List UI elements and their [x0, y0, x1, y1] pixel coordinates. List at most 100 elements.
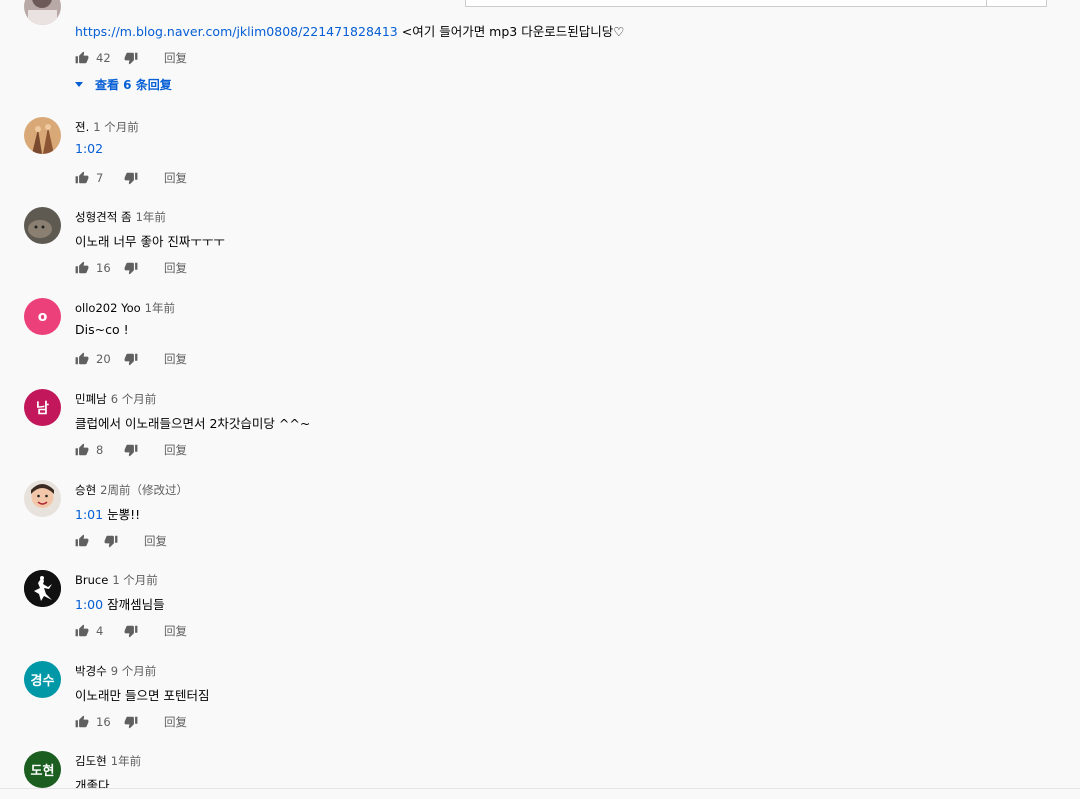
thumbs-down-icon[interactable]: [124, 261, 138, 275]
thumbs-down-icon[interactable]: [124, 352, 138, 366]
avatar[interactable]: 경수: [24, 661, 61, 698]
comment-item: https://m.blog.naver.com/jklim0808/22147…: [0, 0, 1080, 92]
reply-button[interactable]: 回复: [164, 623, 187, 639]
comment-text: Dis~co !: [75, 322, 129, 337]
thumbs-down-icon[interactable]: [124, 171, 138, 185]
comment-body: Dis~co !: [75, 322, 129, 337]
comment-actions: 16 回复: [75, 714, 187, 730]
comment-body: 이노래 너무 좋아 진짜ㅜㅜㅜ: [75, 234, 225, 249]
thumbs-up-icon[interactable]: [75, 51, 89, 65]
thumbs-down-icon[interactable]: [124, 51, 138, 65]
comment-header: 젼. 1 个月前: [75, 119, 139, 135]
comment-item: 경수 박경수 9 个月前 이노래만 들으면 포텐터짐 16 回复: [0, 661, 1080, 753]
comment-item: 남 민폐남 6 个月前 클럽에서 이노래들으면서 2차갓습미당 ^^~ 8 回复: [0, 389, 1080, 481]
thumbs-down-icon[interactable]: [124, 443, 138, 457]
like-count: 20: [96, 352, 111, 366]
avatar-letter: 도현: [30, 764, 55, 779]
comment-text: 클럽에서 이노래들으면서 2차갓습미당 ^^~: [75, 413, 310, 432]
divider: [0, 788, 1080, 789]
reply-button[interactable]: 回复: [164, 260, 187, 276]
like-count: 16: [96, 715, 111, 729]
comment-item: o ollo202 Yoo 1年前 Dis~co ! 20 回复: [0, 298, 1080, 390]
timestamp-link[interactable]: 1:00: [75, 597, 103, 612]
reply-button[interactable]: 回复: [164, 714, 187, 730]
comment-header: 승현 2周前（修改过）: [75, 482, 188, 498]
comment-header: 김도현 1年前: [75, 753, 141, 769]
comment-author[interactable]: 젼.: [75, 120, 89, 134]
caret-down-icon: [75, 82, 83, 87]
comment-time[interactable]: 1 个月前: [112, 573, 157, 587]
avatar[interactable]: 도현: [24, 751, 61, 788]
avatar-letter: 남: [36, 400, 49, 417]
thumbs-up-icon[interactable]: [75, 624, 89, 638]
comment-time[interactable]: 9 个月前: [111, 664, 156, 678]
thumbs-down-icon[interactable]: [104, 534, 118, 548]
reply-button[interactable]: 回复: [164, 442, 187, 458]
avatar[interactable]: [24, 480, 61, 517]
thumbs-down-icon[interactable]: [124, 624, 138, 638]
comment-author[interactable]: 박경수: [75, 664, 107, 678]
like-count: 8: [96, 443, 104, 457]
comment-body: 클럽에서 이노래들으면서 2차갓습미당 ^^~: [75, 416, 311, 431]
comment-actions: 4 回复: [75, 623, 187, 639]
comment-time[interactable]: 1年前: [145, 301, 175, 315]
comment-time[interactable]: 1年前: [111, 754, 141, 768]
like-count: 42: [96, 51, 111, 65]
timestamp-link[interactable]: 1:01: [75, 507, 103, 522]
comment-actions: 7 回复: [75, 170, 187, 186]
comment-text: 이노래만 들으면 포텐터짐: [75, 685, 209, 704]
comment-body: 눈뽕!!: [107, 507, 141, 522]
comment-item: 젼. 1 个月前 1:02 7 回复: [0, 117, 1080, 209]
comment-body: 잠깨셈님들: [107, 597, 165, 612]
comment-time[interactable]: 1 个月前: [93, 120, 138, 134]
avatar[interactable]: o: [24, 298, 61, 335]
avatar[interactable]: [24, 207, 61, 244]
avatar-letter: o: [37, 308, 48, 325]
comment-item: 승현 2周前（修改过） 1:01 눈뽕!! 回复: [0, 480, 1080, 572]
avatar[interactable]: 남: [24, 389, 61, 426]
view-replies-button[interactable]: 查看 6 条回复: [75, 76, 172, 93]
thumbs-up-icon[interactable]: [75, 352, 89, 366]
comment-text: 1:01 눈뽕!!: [75, 504, 140, 523]
comment-author[interactable]: 성형견적 좀: [75, 210, 132, 224]
comment-actions: 8 回复: [75, 442, 187, 458]
comment-actions: 16 回复: [75, 260, 187, 276]
comment-body: <여기 들어가면 mp3 다운로드된답니당♡: [401, 24, 625, 39]
thumbs-up-icon[interactable]: [75, 443, 89, 457]
thumbs-up-icon[interactable]: [75, 534, 89, 548]
thumbs-up-icon[interactable]: [75, 715, 89, 729]
comment-item: 성형견적 좀 1年前 이노래 너무 좋아 진짜ㅜㅜㅜ 16 回复: [0, 207, 1080, 299]
comment-text: 1:02: [75, 141, 103, 156]
avatar[interactable]: [24, 0, 61, 25]
avatar-letter: 경수: [30, 674, 55, 689]
comment-time[interactable]: 1年前: [136, 210, 166, 224]
comment-header: 박경수 9 个月前: [75, 663, 156, 679]
like-count: 16: [96, 261, 111, 275]
comment-author[interactable]: 민폐남: [75, 392, 107, 406]
reply-button[interactable]: 回复: [164, 351, 187, 367]
comment-author[interactable]: ollo202 Yoo: [75, 301, 141, 315]
timestamp-link[interactable]: 1:02: [75, 141, 103, 156]
comment-body: 개좋다: [75, 778, 110, 788]
comment-time[interactable]: 2周前（修改过）: [100, 483, 188, 497]
comment-time[interactable]: 6 个月前: [111, 392, 156, 406]
view-replies-label: 查看 6 条回复: [95, 78, 172, 92]
reply-button[interactable]: 回复: [164, 170, 187, 186]
comment-author[interactable]: 김도현: [75, 754, 107, 768]
comment-text: 1:00 잠깨셈님들: [75, 594, 165, 613]
avatar[interactable]: [24, 570, 61, 607]
comment-actions: 42 回复: [75, 50, 187, 66]
thumbs-up-icon[interactable]: [75, 261, 89, 275]
comment-item: Bruce 1 个月前 1:00 잠깨셈님들 4 回复: [0, 570, 1080, 662]
comment-text: 개좋다: [75, 775, 110, 788]
thumbs-down-icon[interactable]: [124, 715, 138, 729]
avatar[interactable]: [24, 117, 61, 154]
comment-link[interactable]: https://m.blog.naver.com/jklim0808/22147…: [75, 24, 398, 39]
reply-button[interactable]: 回复: [144, 533, 167, 549]
comment-header: ollo202 Yoo 1年前: [75, 300, 175, 316]
reply-button[interactable]: 回复: [164, 50, 187, 66]
comment-author[interactable]: 승현: [75, 483, 96, 497]
thumbs-up-icon[interactable]: [75, 171, 89, 185]
comment-text: 이노래 너무 좋아 진짜ㅜㅜㅜ: [75, 231, 225, 250]
comment-author[interactable]: Bruce: [75, 573, 108, 587]
